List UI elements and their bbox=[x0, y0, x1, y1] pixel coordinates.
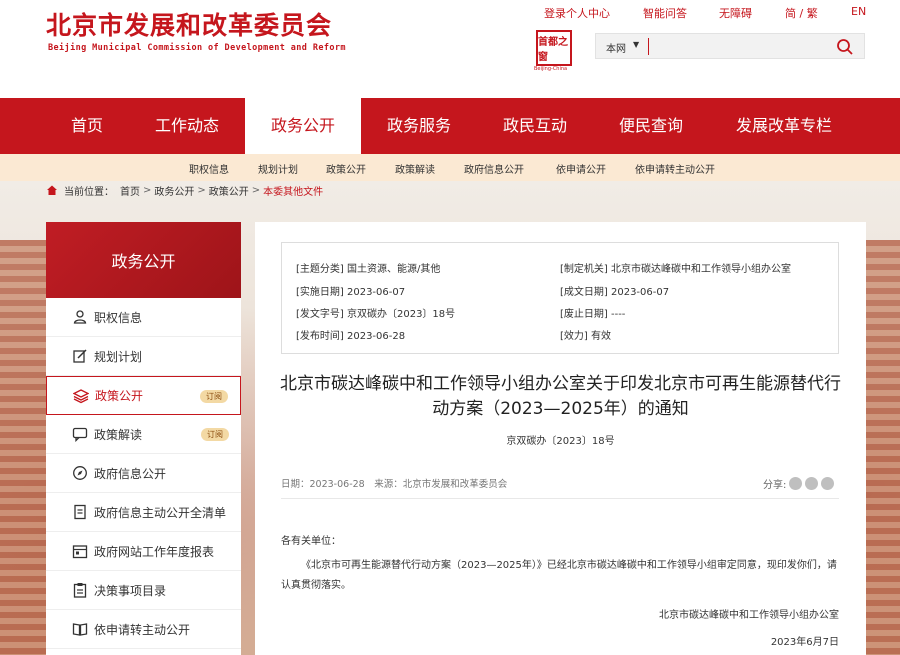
subnav-item[interactable]: 政策解读 bbox=[395, 161, 435, 176]
meta-validity: [效力] 有效 bbox=[560, 331, 611, 342]
sidebar-heading: 政务公开 bbox=[46, 222, 241, 298]
site-header: 北京市发展和改革委员会 Beijing Municipal Commission… bbox=[0, 0, 900, 98]
breadcrumb-label: 当前位置： bbox=[64, 186, 114, 198]
article-date-source: 日期：2023-06-28 来源：北京市发展和改革委员会 bbox=[281, 479, 508, 490]
layers-icon bbox=[73, 388, 89, 403]
chat-icon bbox=[72, 427, 88, 442]
article-sign-date: 2023年6月7日 bbox=[770, 637, 839, 648]
nav-services[interactable]: 政务服务 bbox=[361, 98, 477, 154]
sidebar-item-label: 政府信息主动公开全清单 bbox=[94, 505, 227, 520]
qa-link[interactable]: 智能问答 bbox=[643, 5, 687, 21]
sidebar-item-annual-report[interactable]: 政府网站工作年度报表 bbox=[46, 532, 241, 571]
sidebar-item-label: 依申请转主动公开 bbox=[94, 622, 191, 637]
nav-interaction[interactable]: 政民互动 bbox=[477, 98, 593, 154]
breadcrumb-current[interactable]: 本委其他文件 bbox=[263, 183, 323, 198]
site-logo-subtitle: Beijing Municipal Commission of Developm… bbox=[48, 43, 346, 53]
subnav-item[interactable]: 依申请公开 bbox=[556, 161, 606, 176]
breadcrumb-separator: > bbox=[197, 184, 206, 196]
breadcrumb: 当前位置： 首页 > 政务公开 > 政策公开 > 本委其他文件 bbox=[46, 183, 323, 198]
subnav-item[interactable]: 职权信息 bbox=[189, 161, 229, 176]
article-panel: [主题分类] 国土资源、能源/其他 [制定机关] 北京市碳达峰碳中和工作领导小组… bbox=[255, 222, 866, 655]
site-logo-title[interactable]: 北京市发展和改革委员会 bbox=[46, 6, 332, 42]
sub-nav: 职权信息 规划计划 政策公开 政策解读 政府信息公开 依申请公开 依申请转主动公… bbox=[0, 154, 900, 181]
calendar-icon bbox=[72, 545, 88, 559]
login-link[interactable]: 登录个人中心 bbox=[544, 5, 610, 21]
sidebar-item-label: 规划计划 bbox=[94, 349, 143, 364]
search-bar: 本网 ▼ bbox=[595, 33, 865, 59]
meta-abolished-date: [废止日期] ---- bbox=[560, 309, 626, 320]
search-icon[interactable] bbox=[836, 38, 854, 56]
sidebar-item-label: 政策公开 bbox=[95, 389, 144, 403]
search-input[interactable] bbox=[648, 38, 828, 55]
compass-icon bbox=[73, 466, 87, 480]
subscribe-badge[interactable]: 订阅 bbox=[200, 390, 228, 403]
breadcrumb-policy[interactable]: 政策公开 bbox=[209, 183, 249, 198]
meta-publish-time: [发布时间] 2023-06-28 bbox=[296, 331, 406, 342]
article-paragraph: 《北京市可再生能源替代行动方案（2023—2025年）》已经北京市碳达峰碳中和工… bbox=[281, 560, 837, 591]
share-label: 分享: bbox=[763, 480, 787, 491]
article-doc-number: 京双碳办〔2023〕18号 bbox=[506, 436, 615, 447]
sidebar-item-request-to-active[interactable]: 依申请转主动公开 bbox=[46, 610, 241, 649]
caret-down-icon[interactable]: ▼ bbox=[633, 40, 639, 49]
book-icon bbox=[72, 623, 88, 636]
home-icon bbox=[47, 185, 57, 195]
wechat-share-icon[interactable] bbox=[789, 477, 803, 490]
breadcrumb-separator: > bbox=[251, 184, 261, 196]
subnav-item[interactable]: 规划计划 bbox=[258, 161, 298, 176]
main-nav: 首页 工作动态 政务公开 政务服务 政民互动 便民查询 发展改革专栏 bbox=[0, 98, 900, 154]
sidebar-item-label: 政策解读 bbox=[94, 427, 143, 442]
qzone-share-icon[interactable] bbox=[821, 477, 835, 490]
weibo-share-icon[interactable] bbox=[805, 477, 819, 490]
share-bar: 分享: bbox=[763, 476, 835, 491]
nav-gov-affairs[interactable]: 政务公开 bbox=[245, 98, 361, 154]
breadcrumb-home[interactable]: 首页 bbox=[120, 183, 140, 198]
english-link[interactable]: EN bbox=[851, 5, 866, 18]
subnav-item[interactable]: 政策公开 bbox=[326, 161, 366, 176]
search-scope-select[interactable]: 本网 bbox=[606, 40, 626, 55]
sidebar-item-label: 决策事项目录 bbox=[94, 583, 167, 598]
nav-inquiry[interactable]: 便民查询 bbox=[593, 98, 709, 154]
meta-org: [制定机关] 北京市碳达峰碳中和工作领导小组办公室 bbox=[560, 264, 791, 275]
sidebar-item-label: 职权信息 bbox=[94, 310, 143, 325]
sidebar: 政务公开 职权信息 规划计划 政策公开 订阅 政策解读 订阅 政府信息公开 政府… bbox=[46, 222, 241, 655]
subscribe-badge[interactable]: 订阅 bbox=[201, 428, 229, 441]
nav-work-news[interactable]: 工作动态 bbox=[129, 98, 245, 154]
simp-trad-toggle[interactable]: 简 / 繁 bbox=[785, 5, 818, 21]
edit-icon bbox=[73, 349, 87, 363]
sidebar-item-gov-info[interactable]: 政府信息公开 bbox=[46, 454, 241, 493]
sidebar-item-label: 政府网站工作年度报表 bbox=[94, 544, 215, 559]
document-meta-box: [主题分类] 国土资源、能源/其他 [制定机关] 北京市碳达峰碳中和工作领导小组… bbox=[281, 242, 839, 354]
clipboard-icon bbox=[73, 583, 87, 598]
accessibility-link[interactable]: 无障碍 bbox=[719, 5, 752, 21]
breadcrumb-gov-affairs[interactable]: 政务公开 bbox=[154, 183, 194, 198]
list-doc-icon bbox=[74, 504, 86, 520]
sidebar-item-label: 政府信息公开 bbox=[94, 466, 167, 481]
divider bbox=[281, 498, 839, 499]
person-icon bbox=[73, 310, 87, 324]
sidebar-item-planning[interactable]: 规划计划 bbox=[46, 337, 241, 376]
article-salutation: 各有关单位： bbox=[281, 536, 341, 547]
article-signature: 北京市碳达峰碳中和工作领导小组办公室 bbox=[659, 610, 839, 621]
nav-home[interactable]: 首页 bbox=[29, 98, 145, 154]
nav-reform-column[interactable]: 发展改革专栏 bbox=[717, 98, 851, 154]
sidebar-item-full-list[interactable]: 政府信息主动公开全清单 bbox=[46, 493, 241, 532]
article-title: 北京市碳达峰碳中和工作领导小组办公室关于印发北京市可再生能源替代行动方案（202… bbox=[280, 374, 841, 419]
background-roof-right bbox=[862, 240, 900, 655]
sidebar-item-authority-info[interactable]: 职权信息 bbox=[46, 298, 241, 337]
capital-window-seal[interactable]: 首都之窗 bbox=[536, 30, 572, 66]
meta-effective-date: [实施日期] 2023-06-07 bbox=[296, 287, 406, 298]
meta-doc-number: [发文字号] 京双碳办〔2023〕18号 bbox=[296, 309, 456, 320]
subnav-item[interactable]: 依申请转主动公开 bbox=[635, 161, 715, 176]
meta-written-date: [成文日期] 2023-06-07 bbox=[560, 287, 670, 298]
seal-subtitle: Beijing-China bbox=[534, 66, 568, 72]
breadcrumb-separator: > bbox=[143, 184, 152, 196]
sidebar-item-policy[interactable]: 政策公开 订阅 bbox=[46, 376, 241, 415]
meta-topic: [主题分类] 国土资源、能源/其他 bbox=[296, 264, 441, 275]
subnav-item[interactable]: 政府信息公开 bbox=[464, 161, 524, 176]
sidebar-item-decision-catalog[interactable]: 决策事项目录 bbox=[46, 571, 241, 610]
sidebar-item-interpretation[interactable]: 政策解读 订阅 bbox=[46, 415, 241, 454]
